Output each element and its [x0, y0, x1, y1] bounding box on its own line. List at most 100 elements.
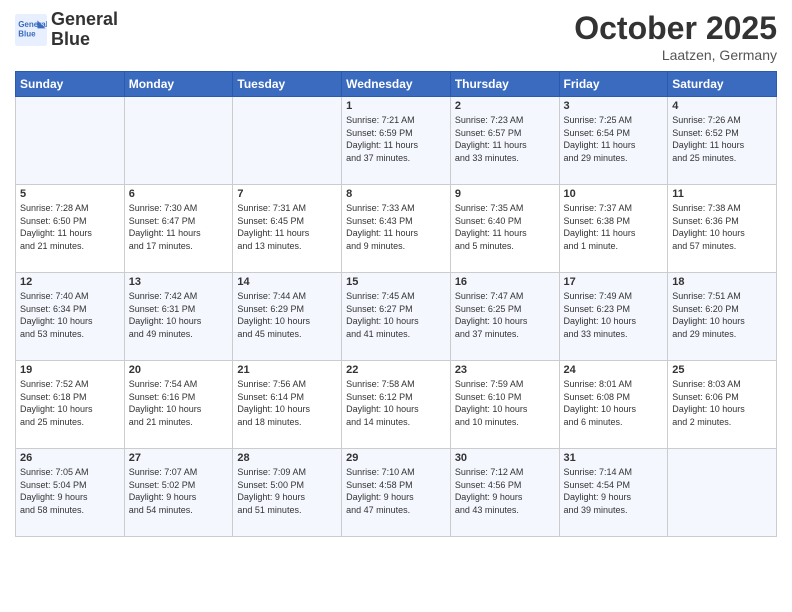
day-info: Sunrise: 7:52 AM Sunset: 6:18 PM Dayligh…	[20, 378, 120, 428]
day-header-tuesday: Tuesday	[233, 72, 342, 97]
day-cell	[233, 97, 342, 185]
day-cell	[16, 97, 125, 185]
day-number: 1	[346, 100, 446, 112]
day-cell: 1Sunrise: 7:21 AM Sunset: 6:59 PM Daylig…	[342, 97, 451, 185]
day-number: 9	[455, 188, 555, 200]
day-number: 26	[20, 452, 120, 464]
day-cell: 22Sunrise: 7:58 AM Sunset: 6:12 PM Dayli…	[342, 361, 451, 449]
week-row-3: 12 Sunrise: 7:40 AM Sunset: 6:34 PM Dayli…	[16, 273, 777, 361]
day-info: Sunrise: 7:51 AM Sunset: 6:20 PM Dayligh…	[672, 290, 772, 340]
day-info: Sunrise: 7:33 AM Sunset: 6:43 PM Dayligh…	[346, 202, 446, 252]
day-info: Sunrise: 7:26 AM Sunset: 6:52 PM Dayligh…	[672, 114, 772, 164]
day-number: 10	[564, 188, 664, 200]
day-info: Sunrise: 7:44 AM Sunset: 6:29 PM Dayligh…	[237, 290, 337, 340]
day-info: Sunrise: 7:10 AM Sunset: 4:58 PM Dayligh…	[346, 466, 446, 516]
day-number: 19	[20, 364, 120, 376]
day-cell: 12 Sunrise: 7:40 AM Sunset: 6:34 PM Dayli…	[16, 273, 125, 361]
day-number: 17	[564, 276, 664, 288]
day-info: Sunrise: 7:54 AM Sunset: 6:16 PM Dayligh…	[129, 378, 229, 428]
day-cell: 28 Sunrise: 7:09 AM Sunset: 5:00 PM Dayli…	[233, 449, 342, 537]
day-number: 31	[564, 452, 664, 464]
calendar-table: SundayMondayTuesdayWednesdayThursdayFrid…	[15, 71, 777, 537]
day-info: Sunrise: 7:05 AM Sunset: 5:04 PM Dayligh…	[20, 466, 120, 516]
page-container: General Blue General Blue October 2025 L…	[0, 0, 792, 547]
month-title: October 2025	[574, 10, 777, 47]
logo-text-line2: Blue	[51, 30, 118, 50]
day-info: Sunrise: 7:09 AM Sunset: 5:00 PM Dayligh…	[237, 466, 337, 516]
day-info: Sunrise: 7:58 AM Sunset: 6:12 PM Dayligh…	[346, 378, 446, 428]
day-info: Sunrise: 8:01 AM Sunset: 6:08 PM Dayligh…	[564, 378, 664, 428]
day-number: 16	[455, 276, 555, 288]
day-number: 11	[672, 188, 772, 200]
day-number: 3	[564, 100, 664, 112]
day-info: Sunrise: 7:07 AM Sunset: 5:02 PM Dayligh…	[129, 466, 229, 516]
day-number: 25	[672, 364, 772, 376]
title-block: October 2025 Laatzen, Germany	[574, 10, 777, 63]
day-header-saturday: Saturday	[668, 72, 777, 97]
day-number: 7	[237, 188, 337, 200]
day-info: Sunrise: 7:31 AM Sunset: 6:45 PM Dayligh…	[237, 202, 337, 252]
day-info: Sunrise: 7:40 AM Sunset: 6:34 PM Dayligh…	[20, 290, 120, 340]
day-info: Sunrise: 7:49 AM Sunset: 6:23 PM Dayligh…	[564, 290, 664, 340]
logo-icon: General Blue	[15, 14, 47, 46]
day-number: 12	[20, 276, 120, 288]
day-cell: 13 Sunrise: 7:42 AM Sunset: 6:31 PM Dayli…	[124, 273, 233, 361]
day-info: Sunrise: 7:42 AM Sunset: 6:31 PM Dayligh…	[129, 290, 229, 340]
logo-text-line1: General	[51, 10, 118, 30]
day-number: 30	[455, 452, 555, 464]
day-info: Sunrise: 8:03 AM Sunset: 6:06 PM Dayligh…	[672, 378, 772, 428]
day-info: Sunrise: 7:56 AM Sunset: 6:14 PM Dayligh…	[237, 378, 337, 428]
day-cell: 20 Sunrise: 7:54 AM Sunset: 6:16 PM Dayli…	[124, 361, 233, 449]
day-cell: 16 Sunrise: 7:47 AM Sunset: 6:25 PM Dayli…	[450, 273, 559, 361]
week-row-2: 5 Sunrise: 7:28 AM Sunset: 6:50 PM Daylig…	[16, 185, 777, 273]
day-info: Sunrise: 7:12 AM Sunset: 4:56 PM Dayligh…	[455, 466, 555, 516]
day-cell: 21 Sunrise: 7:56 AM Sunset: 6:14 PM Dayli…	[233, 361, 342, 449]
day-number: 20	[129, 364, 229, 376]
day-number: 4	[672, 100, 772, 112]
day-cell: 6Sunrise: 7:30 AM Sunset: 6:47 PM Daylig…	[124, 185, 233, 273]
header: General Blue General Blue October 2025 L…	[15, 10, 777, 63]
day-cell: 29Sunrise: 7:10 AM Sunset: 4:58 PM Dayli…	[342, 449, 451, 537]
day-cell: 7 Sunrise: 7:31 AM Sunset: 6:45 PM Daylig…	[233, 185, 342, 273]
day-cell: 4 Sunrise: 7:26 AM Sunset: 6:52 PM Daylig…	[668, 97, 777, 185]
day-number: 13	[129, 276, 229, 288]
week-row-4: 19 Sunrise: 7:52 AM Sunset: 6:18 PM Dayli…	[16, 361, 777, 449]
day-number: 21	[237, 364, 337, 376]
day-number: 15	[346, 276, 446, 288]
location: Laatzen, Germany	[574, 47, 777, 63]
day-cell: 8Sunrise: 7:33 AM Sunset: 6:43 PM Daylig…	[342, 185, 451, 273]
day-cell: 2 Sunrise: 7:23 AM Sunset: 6:57 PM Daylig…	[450, 97, 559, 185]
day-number: 23	[455, 364, 555, 376]
day-number: 14	[237, 276, 337, 288]
day-number: 28	[237, 452, 337, 464]
day-info: Sunrise: 7:35 AM Sunset: 6:40 PM Dayligh…	[455, 202, 555, 252]
day-number: 6	[129, 188, 229, 200]
day-number: 2	[455, 100, 555, 112]
day-header-thursday: Thursday	[450, 72, 559, 97]
day-cell	[668, 449, 777, 537]
day-number: 27	[129, 452, 229, 464]
day-cell: 14 Sunrise: 7:44 AM Sunset: 6:29 PM Dayli…	[233, 273, 342, 361]
day-info: Sunrise: 7:59 AM Sunset: 6:10 PM Dayligh…	[455, 378, 555, 428]
day-number: 5	[20, 188, 120, 200]
day-cell: 23 Sunrise: 7:59 AM Sunset: 6:10 PM Dayli…	[450, 361, 559, 449]
svg-text:Blue: Blue	[18, 29, 36, 38]
day-cell: 11 Sunrise: 7:38 AM Sunset: 6:36 PM Dayli…	[668, 185, 777, 273]
day-cell: 24 Sunrise: 8:01 AM Sunset: 6:08 PM Dayli…	[559, 361, 668, 449]
day-info: Sunrise: 7:38 AM Sunset: 6:36 PM Dayligh…	[672, 202, 772, 252]
day-cell: 15Sunrise: 7:45 AM Sunset: 6:27 PM Dayli…	[342, 273, 451, 361]
logo: General Blue General Blue	[15, 10, 118, 50]
day-info: Sunrise: 7:28 AM Sunset: 6:50 PM Dayligh…	[20, 202, 120, 252]
day-cell: 25 Sunrise: 8:03 AM Sunset: 6:06 PM Dayli…	[668, 361, 777, 449]
day-number: 18	[672, 276, 772, 288]
day-cell: 17 Sunrise: 7:49 AM Sunset: 6:23 PM Dayli…	[559, 273, 668, 361]
day-cell: 26 Sunrise: 7:05 AM Sunset: 5:04 PM Dayli…	[16, 449, 125, 537]
day-cell: 30 Sunrise: 7:12 AM Sunset: 4:56 PM Dayli…	[450, 449, 559, 537]
day-cell: 10Sunrise: 7:37 AM Sunset: 6:38 PM Dayli…	[559, 185, 668, 273]
day-cell: 9 Sunrise: 7:35 AM Sunset: 6:40 PM Daylig…	[450, 185, 559, 273]
day-info: Sunrise: 7:23 AM Sunset: 6:57 PM Dayligh…	[455, 114, 555, 164]
day-number: 24	[564, 364, 664, 376]
day-header-monday: Monday	[124, 72, 233, 97]
day-header-wednesday: Wednesday	[342, 72, 451, 97]
day-info: Sunrise: 7:47 AM Sunset: 6:25 PM Dayligh…	[455, 290, 555, 340]
